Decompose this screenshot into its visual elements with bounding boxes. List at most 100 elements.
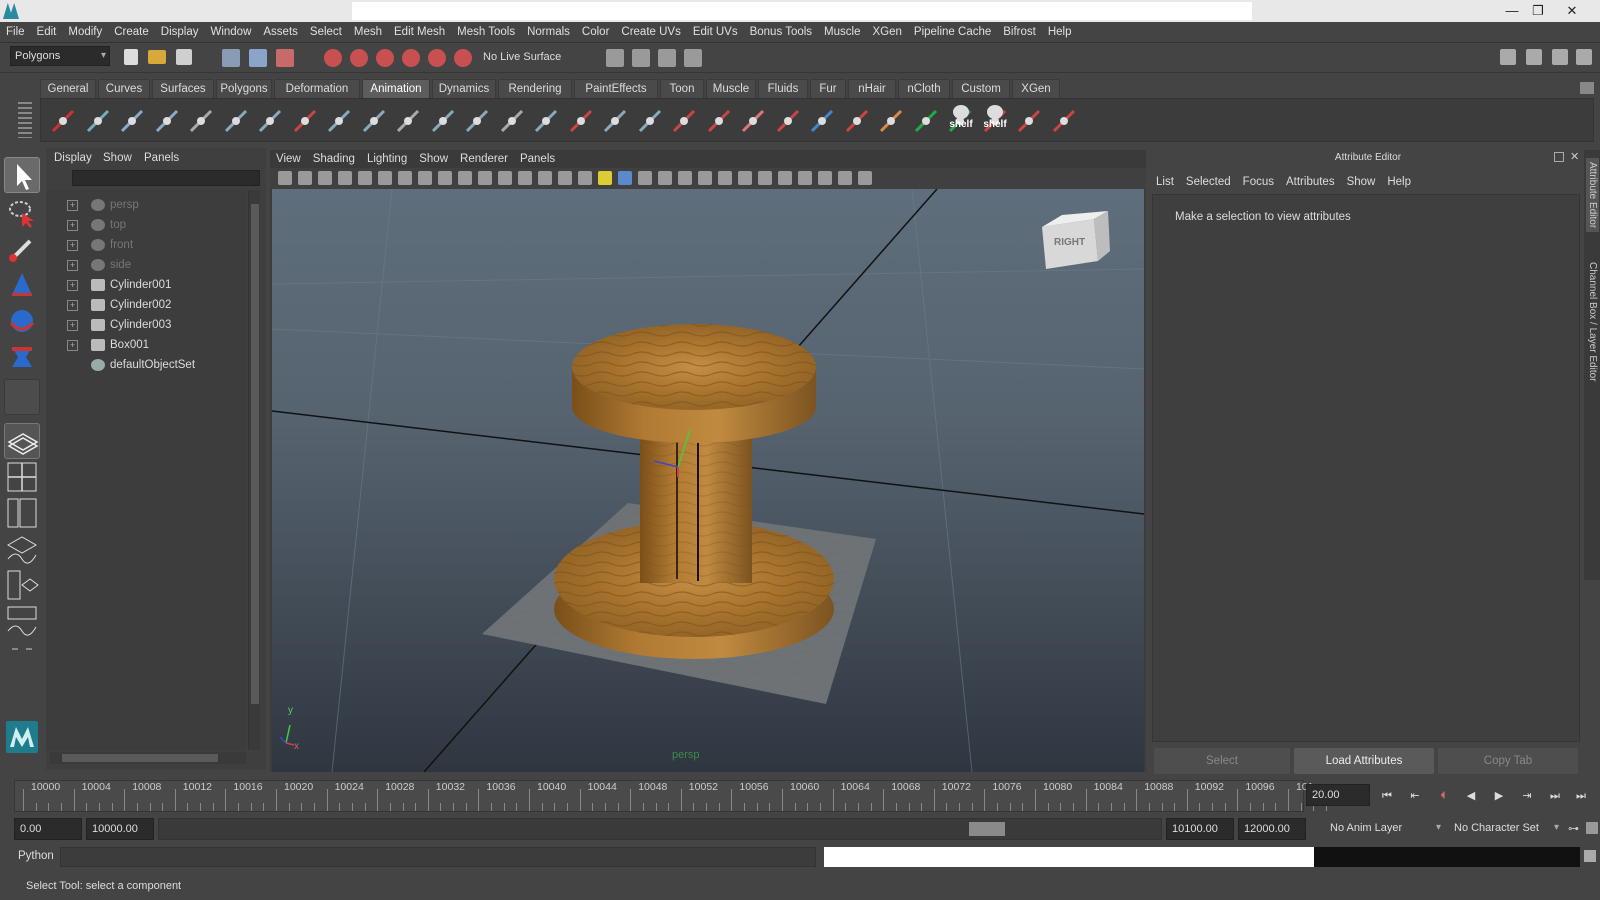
viewport-tool-icon-27[interactable]: [798, 171, 812, 185]
expand-icon[interactable]: +: [67, 200, 78, 211]
shelf-tool-icon-30[interactable]: [1050, 105, 1078, 135]
paint-select-icon[interactable]: [4, 231, 40, 267]
shelf-tool-icon-9[interactable]: [325, 105, 353, 135]
shelf-tab-ncloth[interactable]: nCloth: [898, 79, 950, 98]
shelf-menu-icon[interactable]: [1580, 82, 1594, 94]
magnet-icon[interactable]: [454, 49, 472, 67]
menu-set-dropdown[interactable]: Polygons: [10, 46, 110, 66]
viewport-tool-icon-13[interactable]: [518, 171, 532, 185]
tab-attribute-editor[interactable]: Attribute Editor: [1586, 158, 1599, 233]
shelf-tool-icon-29[interactable]: [1015, 105, 1043, 135]
layout-four-icon[interactable]: [4, 459, 40, 495]
shelf-tool-icon-6[interactable]: [222, 105, 250, 135]
expand-icon[interactable]: +: [67, 240, 78, 251]
viewport-tool-icon-5[interactable]: [358, 171, 372, 185]
viewport-tool-icon-16[interactable]: [578, 171, 592, 185]
attr-menu-show[interactable]: Show: [1341, 172, 1382, 192]
play-backward-icon[interactable]: ◀: [1460, 786, 1482, 806]
tab-channel-box[interactable]: Channel Box / Layer Editor: [1586, 258, 1599, 386]
expand-icon[interactable]: +: [67, 280, 78, 291]
shelf-tool-icon-2[interactable]: [84, 105, 112, 135]
viewport-tool-icon-9[interactable]: [438, 171, 452, 185]
layout-graph-icon[interactable]: [4, 531, 40, 567]
go-to-start-icon[interactable]: ⏮: [1376, 786, 1398, 806]
menu-modify[interactable]: Modify: [62, 22, 108, 43]
viewport-tool-icon-26[interactable]: [778, 171, 792, 185]
render-view-icon[interactable]: [606, 49, 624, 67]
menu-display[interactable]: Display: [155, 22, 205, 43]
menu-select[interactable]: Select: [304, 22, 348, 43]
shelf-tab-general[interactable]: General: [40, 79, 96, 98]
outliner-item-cylinder002[interactable]: + Cylinder002: [46, 295, 246, 315]
viewport-tool-icon-2[interactable]: [298, 171, 312, 185]
layout-icon-1[interactable]: [1500, 49, 1516, 65]
menu-color[interactable]: Color: [576, 22, 615, 43]
menu-help[interactable]: Help: [1042, 22, 1078, 43]
viewport-menu-view[interactable]: View: [270, 150, 307, 168]
expand-icon[interactable]: +: [67, 340, 78, 351]
auto-key-icon[interactable]: ⊶: [1568, 822, 1582, 836]
viewport-tool-icon-30[interactable]: [858, 171, 872, 185]
viewport-tool-icon-25[interactable]: [758, 171, 772, 185]
shelf-tool-icon-24[interactable]: [843, 105, 871, 135]
outliner-item-cylinder003[interactable]: + Cylinder003: [46, 315, 246, 335]
attr-menu-selected[interactable]: Selected: [1180, 172, 1237, 192]
select-object-icon[interactable]: [249, 49, 267, 67]
shelf-tab-painteffects[interactable]: PaintEffects: [574, 79, 658, 98]
outliner-item-cylinder001[interactable]: + Cylinder001: [46, 275, 246, 295]
step-back-frame-icon[interactable]: ⏴: [1432, 786, 1454, 806]
viewport-tool-icon-1[interactable]: [278, 171, 292, 185]
playback-end-field[interactable]: 10100.00: [1166, 818, 1234, 840]
live-surface-label[interactable]: No Live Surface: [483, 51, 561, 63]
outliner-vscrollbar[interactable]: [248, 190, 260, 750]
menu-edit-uvs[interactable]: Edit UVs: [687, 22, 744, 43]
select-tool-icon[interactable]: [4, 157, 40, 193]
shelf-tab-rendering[interactable]: Rendering: [498, 79, 572, 98]
layout-icon-4[interactable]: [1576, 49, 1592, 65]
viewport-tool-icon-21[interactable]: [678, 171, 692, 185]
float-panel-icon[interactable]: [1554, 152, 1564, 162]
menu-window[interactable]: Window: [204, 22, 257, 43]
play-forward-icon[interactable]: ▶: [1488, 786, 1510, 806]
shelf-tab-nhair[interactable]: nHair: [848, 79, 896, 98]
menu-create[interactable]: Create: [108, 22, 155, 43]
snap-point-icon[interactable]: [376, 49, 394, 67]
shelf-tool-icon-21[interactable]: [739, 105, 767, 135]
load-attributes-button[interactable]: Load Attributes: [1294, 748, 1434, 774]
shelf-tab-fluids[interactable]: Fluids: [758, 79, 808, 98]
new-scene-icon[interactable]: [124, 49, 138, 65]
viewport-tool-icon-18[interactable]: [618, 171, 632, 185]
shelf-tab-dynamics[interactable]: Dynamics: [432, 79, 496, 98]
script-editor-icon[interactable]: [1584, 850, 1596, 862]
command-input[interactable]: [60, 847, 816, 867]
viewport-tool-icon-20[interactable]: [658, 171, 672, 185]
shelf-tab-muscle[interactable]: Muscle: [706, 79, 756, 98]
scale-tool-icon[interactable]: [4, 339, 40, 375]
viewport-tool-icon-4[interactable]: [338, 171, 352, 185]
lasso-tool-icon[interactable]: [4, 195, 40, 231]
shelf-tool-icon-23[interactable]: [808, 105, 836, 135]
viewport-tool-icon-28[interactable]: [818, 171, 832, 185]
shelf-tool-icon-11[interactable]: [394, 105, 422, 135]
expand-icon[interactable]: +: [67, 320, 78, 331]
shelf-tool-icon-4[interactable]: [153, 105, 181, 135]
menu-muscle[interactable]: Muscle: [818, 22, 866, 43]
attr-menu-focus[interactable]: Focus: [1237, 172, 1280, 192]
snap-surface-icon[interactable]: [428, 49, 446, 67]
viewcube-label[interactable]: RIGHT: [1054, 237, 1085, 248]
outliner-item-persp[interactable]: + persp: [46, 195, 246, 215]
open-scene-icon[interactable]: [148, 50, 166, 64]
shelf-options-icon[interactable]: [18, 102, 32, 138]
viewport-tool-icon-8[interactable]: [418, 171, 432, 185]
script-language-label[interactable]: Python: [18, 850, 54, 862]
outliner-hscrollbar[interactable]: [50, 752, 246, 764]
shelf-tool-icon-7[interactable]: [256, 105, 284, 135]
outliner-item-side[interactable]: + side: [46, 255, 246, 275]
range-slider-handle[interactable]: [969, 822, 1005, 836]
layout-hypershade-icon[interactable]: [4, 567, 40, 603]
menu-create-uvs[interactable]: Create UVs: [615, 22, 686, 43]
layout-script-icon[interactable]: [4, 603, 40, 639]
shelf-tab-animation[interactable]: Animation: [362, 79, 430, 98]
anim-layer-dropdown[interactable]: No Anim Layer: [1326, 819, 1444, 839]
outliner-item-box001[interactable]: + Box001: [46, 335, 246, 355]
